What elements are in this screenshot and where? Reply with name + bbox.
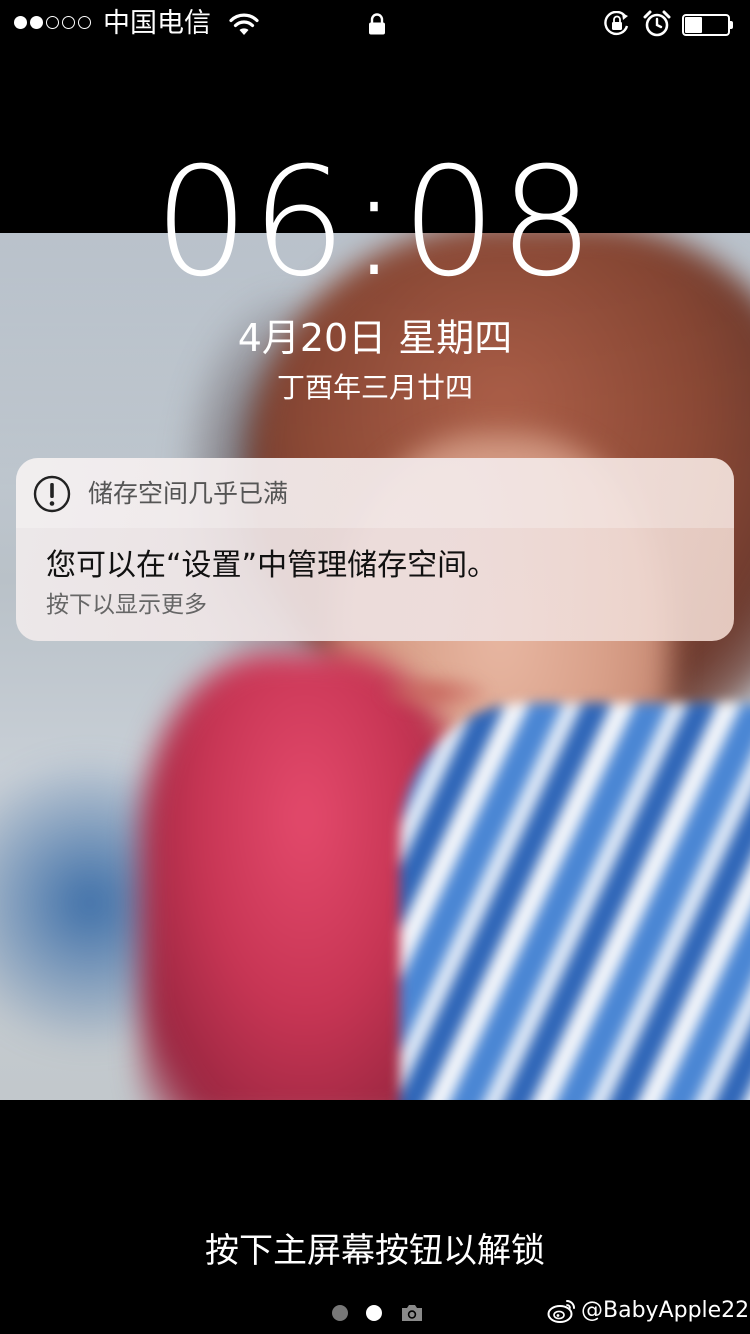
signal-dot [30,16,43,29]
notification-app-title: 储存空间几乎已满 [88,479,289,508]
storage-notification[interactable]: 储存空间几乎已满 您可以在“设置”中管理储存空间。 按下以显示更多 [16,458,734,641]
lock-icon [369,13,385,35]
status-bar: 中国电信 [0,0,750,48]
exclamation-circle-icon [33,475,71,513]
page-indicator[interactable] [332,1303,424,1323]
notification-message: 您可以在“设置”中管理储存空间。 [46,548,498,583]
notification-header: 储存空间几乎已满 [16,458,734,528]
signal-dot [62,16,75,29]
battery-icon [682,14,734,36]
watermark-text: @BabyApple220 [581,1298,750,1323]
lock-screen-date: 4月20日 星期四 [237,316,513,360]
signal-strength-indicator [14,16,91,29]
signal-dot [78,16,91,29]
page-dot-2[interactable] [366,1305,382,1321]
lock-screen-lunar-date: 丁酉年三月廿四 [276,371,473,404]
lock-screen-time: 06:08 [153,136,597,310]
signal-dot [14,16,27,29]
weibo-icon [547,1300,575,1323]
unlock-hint: 按下主屏幕按钮以解锁 [205,1231,545,1271]
wifi-icon [229,13,259,35]
alarm-icon [643,10,671,37]
page-dot-1[interactable] [332,1305,348,1321]
carrier-name: 中国电信 [103,8,211,39]
rotation-lock-icon [604,11,629,36]
camera-icon[interactable] [400,1303,424,1323]
signal-dot [46,16,59,29]
notification-hint: 按下以显示更多 [46,592,207,618]
watermark: @BabyApple220 [547,1296,750,1326]
